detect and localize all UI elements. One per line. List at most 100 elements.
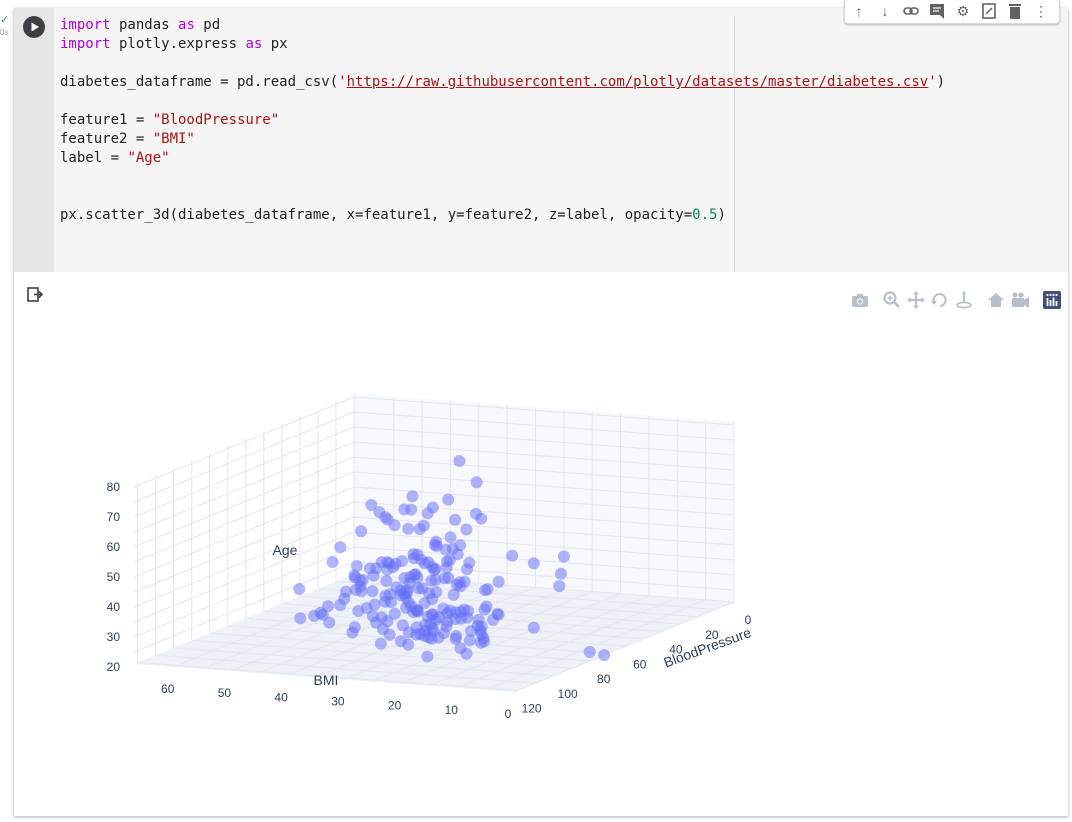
data-point[interactable] [492, 608, 505, 621]
z-tick-label: 80 [107, 480, 121, 494]
scatter3d-plot[interactable]: 0204060801001200102030405060203040506070… [14, 272, 1068, 816]
more-icon[interactable]: ⋮ [1029, 0, 1053, 23]
data-point[interactable] [421, 650, 434, 663]
data-point[interactable] [527, 557, 540, 570]
data-point[interactable] [406, 490, 419, 503]
data-point[interactable] [365, 499, 378, 511]
data-point[interactable] [366, 585, 379, 598]
data-point[interactable] [441, 615, 454, 628]
data-point[interactable] [442, 493, 455, 506]
data-point[interactable] [478, 603, 491, 616]
data-point[interactable] [376, 623, 389, 635]
trash-icon[interactable] [1003, 0, 1027, 23]
data-point[interactable] [338, 592, 351, 605]
data-point[interactable] [506, 549, 519, 562]
mirror-icon[interactable] [977, 0, 1001, 23]
data-point[interactable] [458, 575, 471, 588]
data-point[interactable] [449, 513, 462, 526]
data-point[interactable] [443, 554, 456, 566]
data-point[interactable] [308, 609, 321, 622]
data-point[interactable] [416, 582, 429, 595]
data-point[interactable] [429, 614, 442, 626]
arrow-down-icon[interactable]: ↓ [873, 0, 897, 23]
z-tick-label: 60 [107, 540, 121, 554]
data-point[interactable] [453, 455, 466, 467]
data-point[interactable] [463, 634, 476, 647]
data-point[interactable] [527, 621, 540, 634]
data-point[interactable] [421, 507, 434, 520]
data-point[interactable] [438, 572, 451, 585]
data-point[interactable] [478, 635, 491, 648]
data-point[interactable] [444, 531, 457, 544]
x-tick-label: 120 [522, 702, 542, 716]
gridline [133, 426, 355, 518]
data-point[interactable] [334, 541, 347, 554]
code-cell: import pandas as pd import plotly.express… [14, 0, 1068, 816]
link-icon[interactable] [899, 0, 923, 23]
data-point[interactable] [374, 637, 387, 650]
data-point[interactable] [454, 612, 467, 625]
data-point[interactable] [381, 556, 394, 569]
data-point[interactable] [413, 523, 426, 535]
data-point[interactable] [379, 589, 392, 602]
data-point[interactable] [326, 556, 339, 568]
data-point[interactable] [355, 525, 368, 538]
data-point[interactable] [447, 588, 460, 601]
data-point[interactable] [450, 630, 463, 642]
gridline [133, 486, 355, 578]
data-point[interactable] [402, 522, 415, 535]
data-point[interactable] [294, 612, 307, 625]
code-editor[interactable]: import pandas as pd import plotly.express… [54, 8, 1068, 272]
z-tick-label: 20 [107, 660, 121, 674]
data-point[interactable] [460, 647, 473, 660]
data-point[interactable] [415, 553, 428, 566]
execution-time: 0s [0, 28, 9, 37]
data-point[interactable] [583, 646, 596, 658]
y-tick-label: 50 [218, 686, 232, 700]
data-point[interactable] [379, 511, 392, 524]
data-point[interactable] [411, 605, 424, 618]
y-tick-label: 40 [274, 690, 288, 704]
data-point[interactable] [553, 580, 566, 593]
gridline [133, 411, 355, 503]
data-point[interactable] [346, 626, 359, 639]
data-point[interactable] [479, 584, 492, 597]
data-point[interactable] [554, 567, 567, 580]
code-line-empty [60, 92, 945, 111]
data-point[interactable] [405, 503, 418, 516]
data-point[interactable] [400, 601, 413, 614]
data-point[interactable] [388, 607, 401, 620]
data-point[interactable] [398, 587, 410, 600]
data-point[interactable] [426, 561, 439, 573]
data-point[interactable] [470, 476, 483, 489]
data-point[interactable] [492, 575, 505, 588]
data-point[interactable] [380, 575, 393, 587]
data-point[interactable] [394, 635, 407, 648]
comment-icon[interactable] [925, 0, 949, 23]
data-point[interactable] [557, 550, 570, 563]
y-tick-label: 0 [505, 707, 512, 721]
data-point[interactable] [293, 583, 306, 595]
x-tick-label: 80 [597, 672, 611, 686]
data-point[interactable] [354, 580, 367, 593]
run-cell-button[interactable] [23, 16, 45, 38]
data-point[interactable] [322, 600, 334, 613]
data-point[interactable] [460, 523, 473, 536]
data-point[interactable] [472, 613, 485, 626]
y-tick-label: 60 [161, 682, 175, 696]
arrow-up-icon[interactable]: ↑ [847, 0, 871, 23]
cell-output: 0 20 40 60 80 100 120 0 10 20 30 40 50 60 20 30 40 50 60 70… [14, 272, 1068, 816]
data-point[interactable] [323, 616, 336, 629]
data-point[interactable] [352, 605, 365, 617]
data-point[interactable] [461, 563, 473, 576]
data-point[interactable] [470, 507, 482, 520]
csv-url-link[interactable]: https://raw.githubusercontent.com/plotly… [347, 74, 929, 90]
data-point[interactable] [422, 631, 435, 644]
code-line: import plotly.express as px [60, 36, 288, 52]
data-point[interactable] [598, 649, 611, 662]
data-point[interactable] [370, 562, 383, 575]
data-point[interactable] [398, 572, 411, 585]
y-axis-title: BMI [314, 672, 339, 688]
gear-icon[interactable]: ⚙ [951, 0, 975, 23]
data-point[interactable] [439, 543, 452, 556]
